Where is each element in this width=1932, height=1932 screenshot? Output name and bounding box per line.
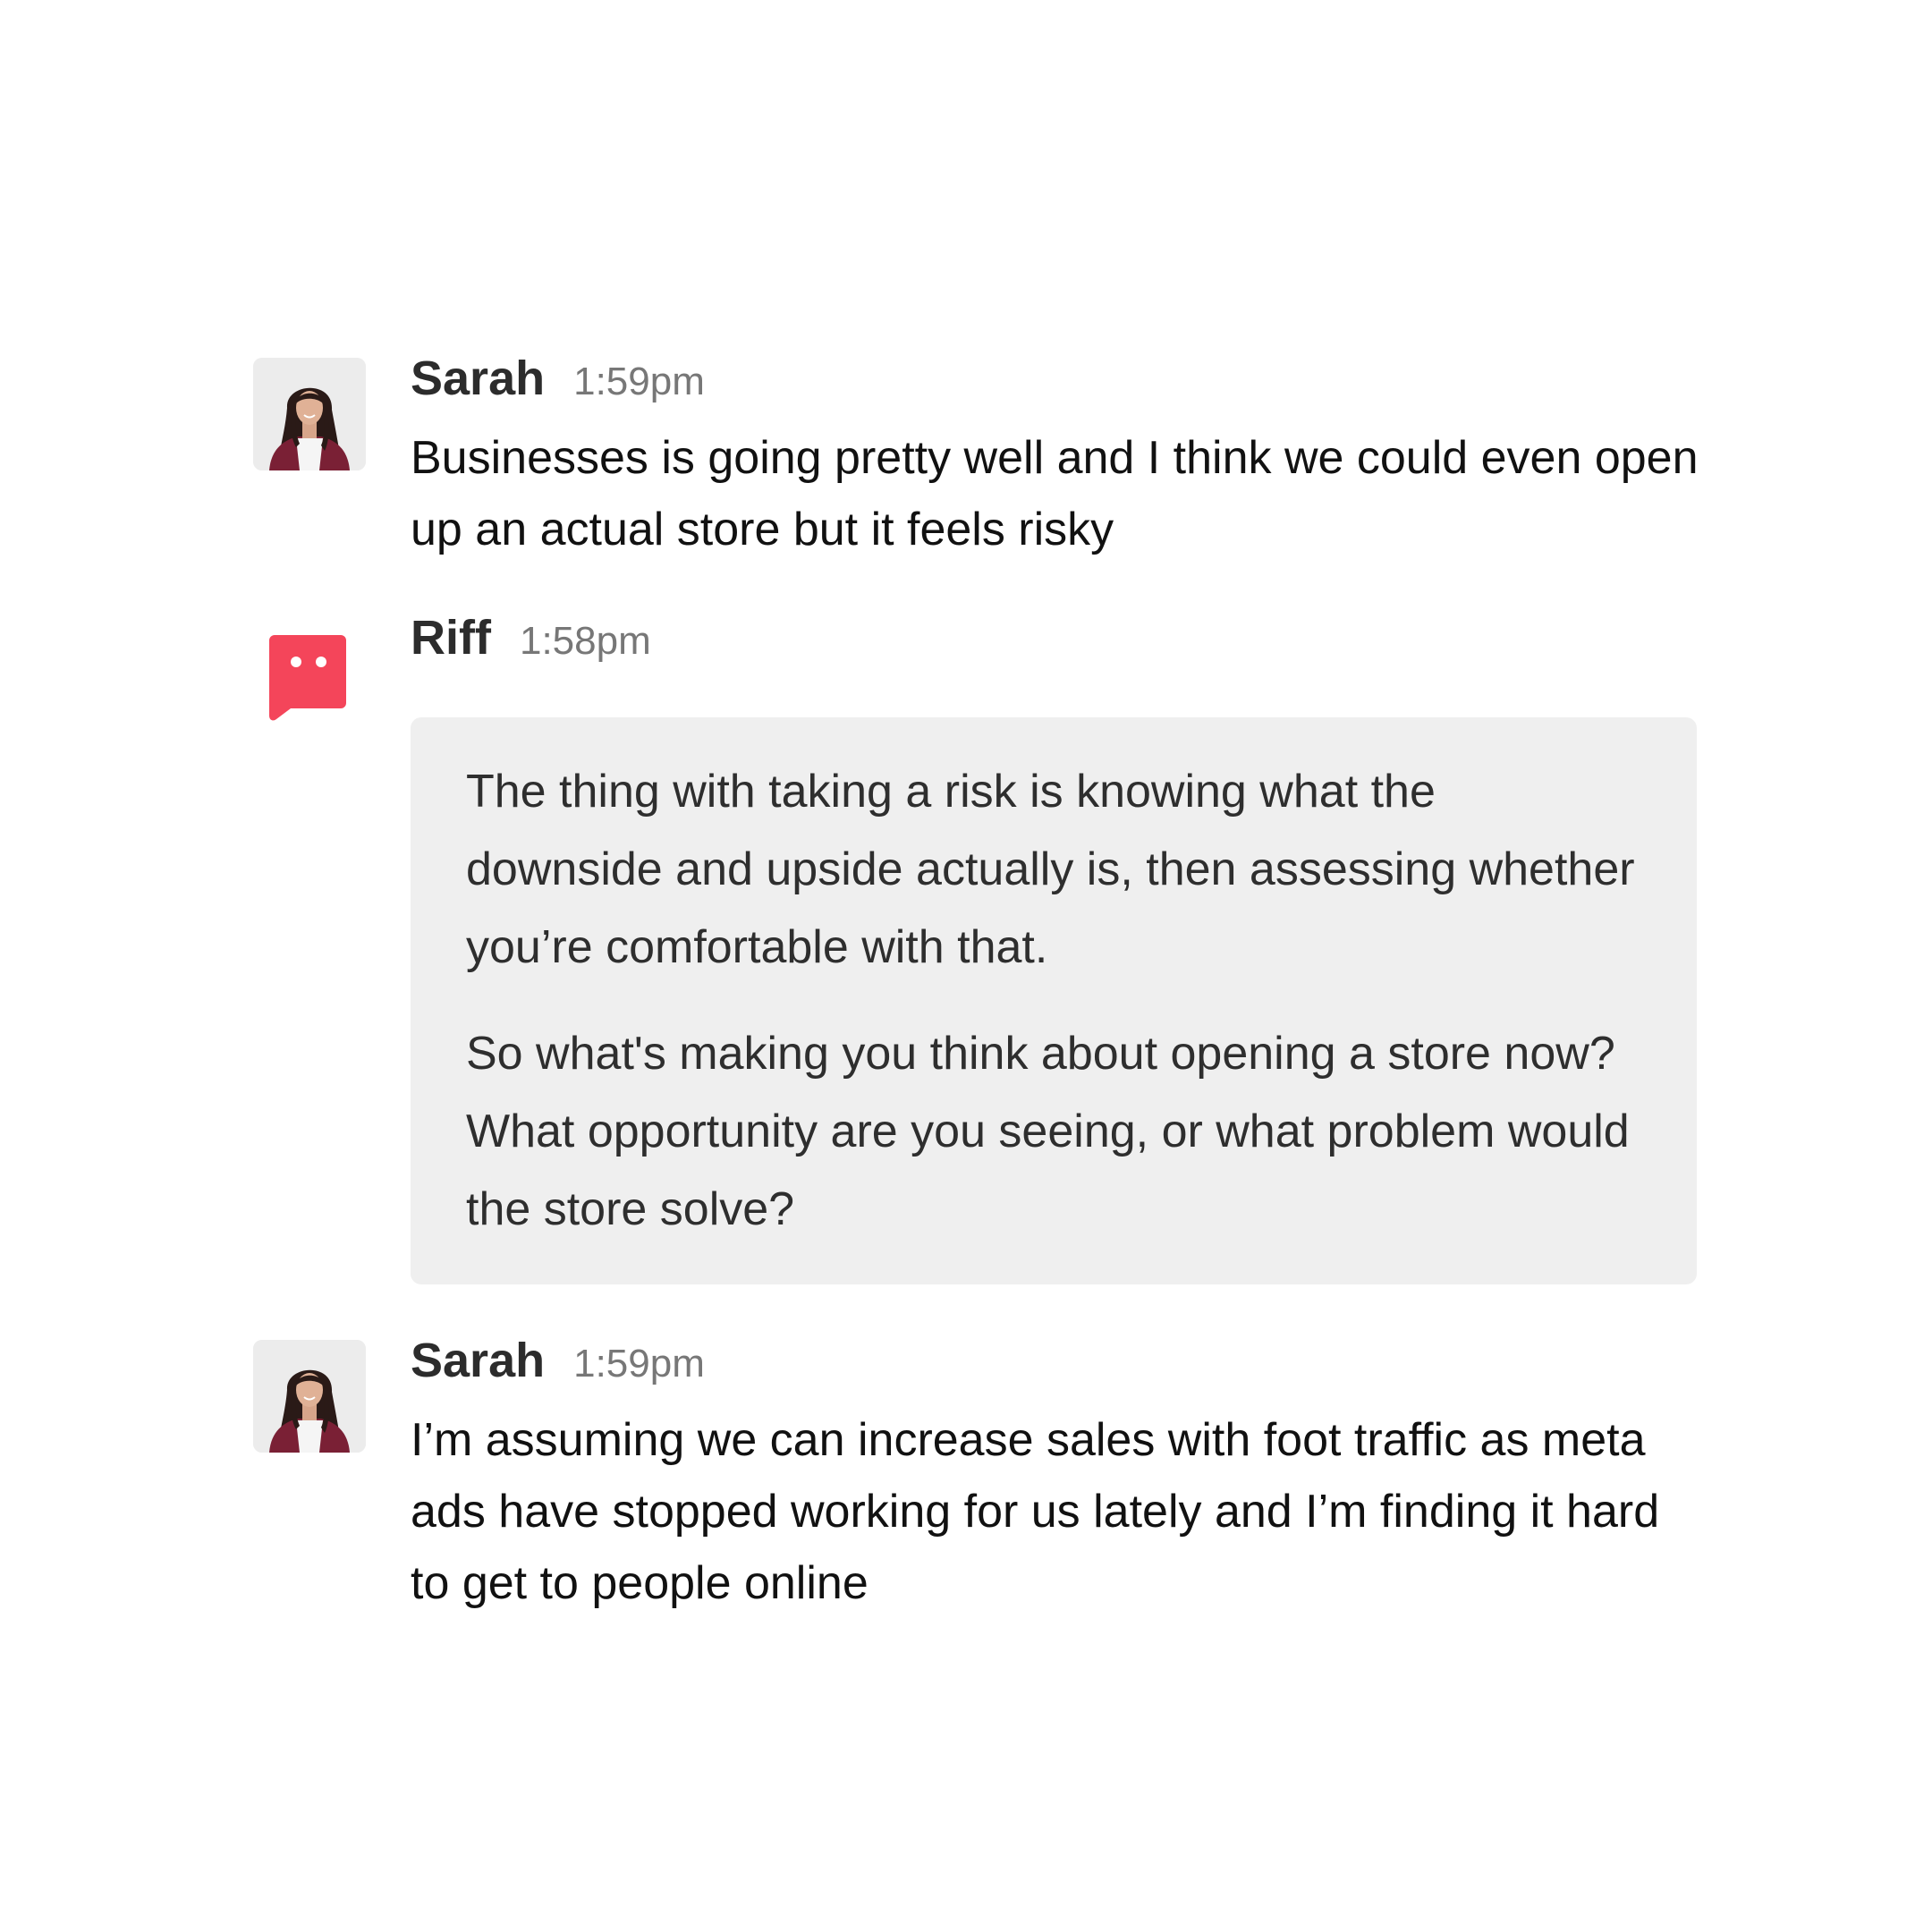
user-avatar-icon[interactable] (253, 1340, 366, 1453)
message-timestamp: 1:58pm (519, 619, 651, 663)
message-header: Riff 1:58pm (411, 610, 1707, 674)
message-header: Sarah 1:59pm (411, 1333, 1707, 1397)
bot-reply-bubble: The thing with taking a risk is knowing … (411, 717, 1697, 1284)
user-avatar-icon[interactable] (253, 358, 366, 470)
message-content: Sarah 1:59pm I’m assuming we can increas… (411, 1333, 1707, 1619)
message-content: Riff 1:58pm The thing with taking a risk… (411, 610, 1707, 1284)
message-header: Sarah 1:59pm (411, 351, 1707, 415)
message-text: Businesses is going pretty well and I th… (411, 432, 1699, 555)
reply-paragraph: So what's making you think about opening… (466, 1028, 1630, 1235)
sender-name[interactable]: Sarah (411, 351, 545, 406)
message-timestamp: 1:59pm (573, 360, 705, 403)
message-timestamp: 1:59pm (573, 1342, 705, 1385)
chat-bubble-bot-icon[interactable] (269, 635, 346, 721)
sender-name[interactable]: Sarah (411, 1333, 545, 1388)
message-content: Sarah 1:59pm Businesses is going pretty … (411, 351, 1707, 565)
sender-name[interactable]: Riff (411, 610, 491, 665)
message-text: I’m assuming we can increase sales with … (411, 1414, 1660, 1609)
reply-paragraph: The thing with taking a risk is knowing … (466, 766, 1635, 973)
